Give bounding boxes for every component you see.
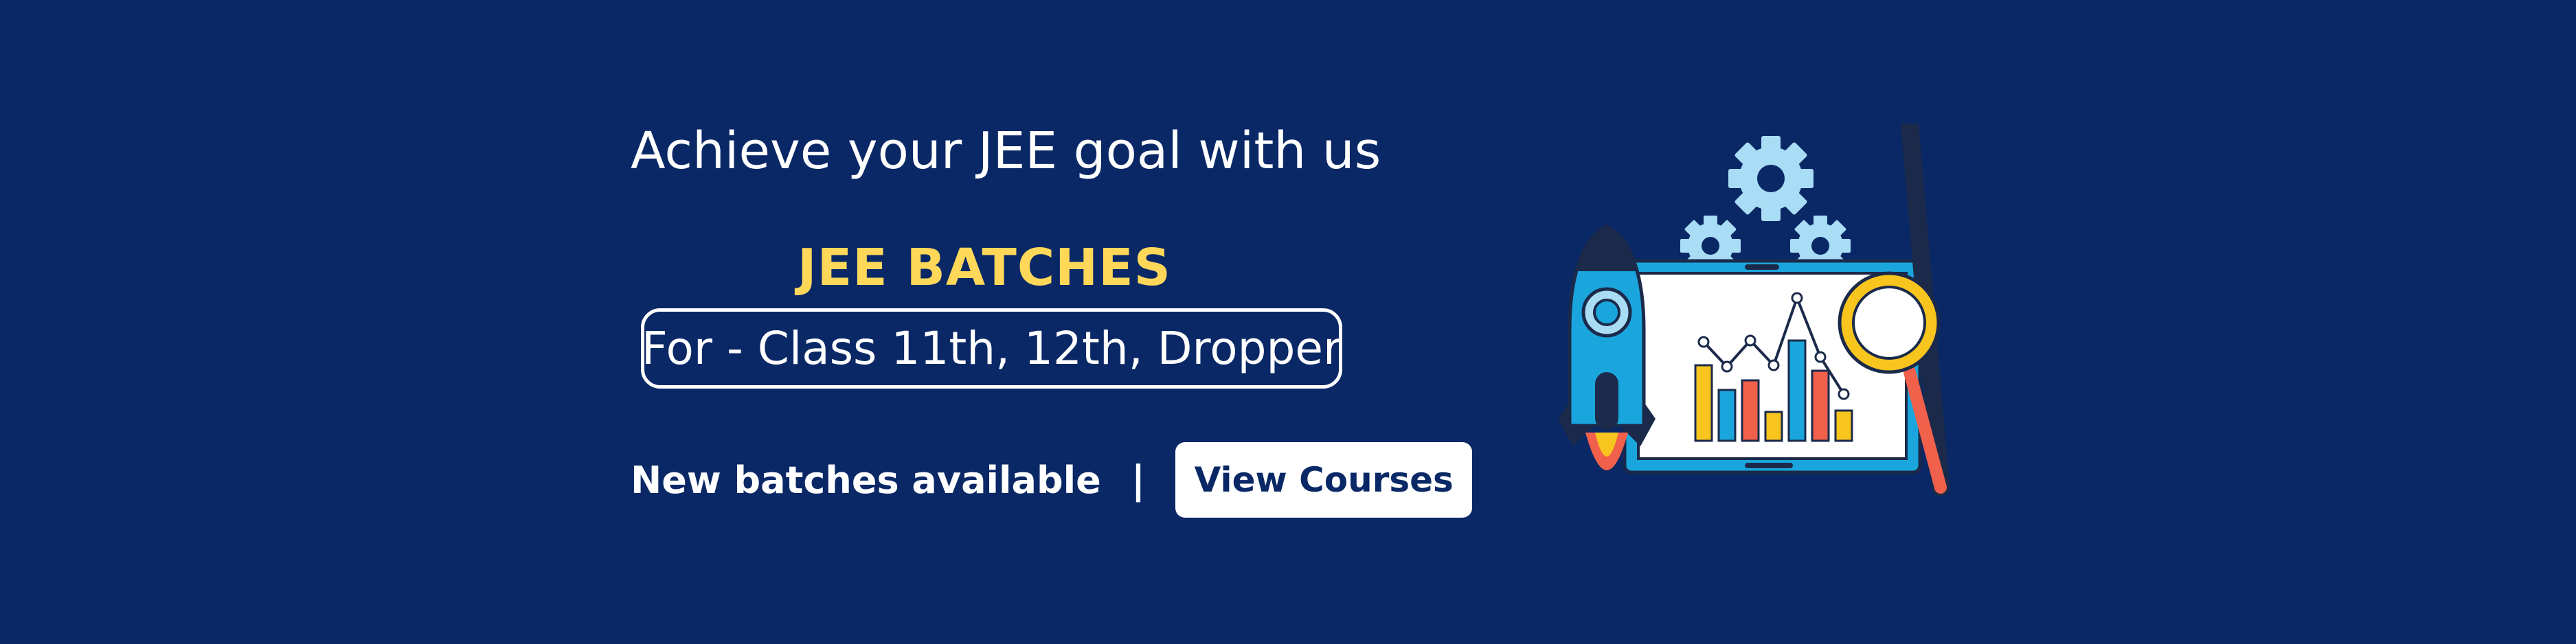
- gear-icon: [1728, 136, 1814, 221]
- class-info-pill: For - Class 11th, 12th, Dropper: [641, 308, 1342, 389]
- illustration: [1558, 124, 1950, 496]
- batch-title: JEE BATCHES: [798, 238, 1171, 297]
- promo-banner: Achieve your JEE goal with us JEE BATCHE…: [0, 0, 2576, 644]
- cta-row: New batches available | View Courses: [631, 442, 1473, 518]
- headline: Achieve your JEE goal with us: [631, 122, 1381, 181]
- view-courses-button[interactable]: View Courses: [1175, 442, 1473, 518]
- class-info-text: For - Class 11th, 12th, Dropper: [641, 322, 1342, 375]
- cta-text: New batches available: [631, 458, 1101, 502]
- cta-separator: |: [1131, 457, 1146, 503]
